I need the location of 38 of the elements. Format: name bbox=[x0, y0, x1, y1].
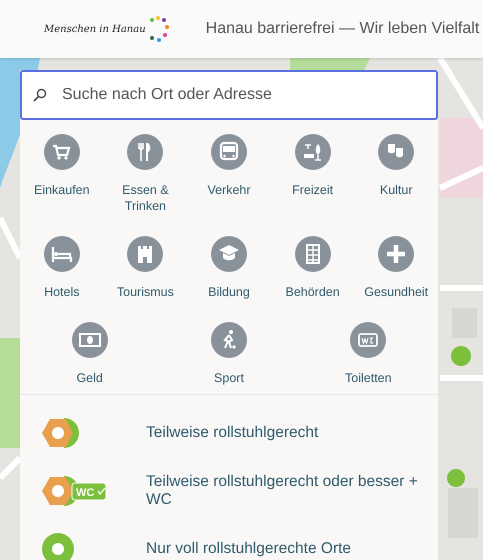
category-label[interactable]: Essen & Trinken bbox=[104, 182, 188, 214]
bus-icon[interactable] bbox=[210, 134, 247, 170]
filter-option[interactable]: Teilweise rollstuhlgerecht bbox=[146, 424, 318, 442]
road bbox=[440, 285, 483, 291]
map-marker[interactable] bbox=[447, 469, 465, 487]
building-icon[interactable] bbox=[294, 236, 331, 272]
site-title: Hanau barrierefrei — Wir leben Vielfalt bbox=[206, 20, 480, 38]
wc-sign-icon[interactable] bbox=[350, 322, 386, 358]
logo-dots-icon bbox=[148, 15, 170, 43]
category-label[interactable]: Gesundheit bbox=[362, 284, 430, 300]
graduation-cap-icon[interactable] bbox=[210, 236, 247, 272]
category-label[interactable]: Tourismus bbox=[114, 284, 176, 300]
map-marker[interactable] bbox=[451, 346, 471, 366]
category-label[interactable]: Einkaufen bbox=[32, 182, 92, 198]
cart-icon[interactable] bbox=[44, 134, 80, 170]
category-label[interactable]: Toiletten bbox=[343, 370, 394, 386]
football-player-icon[interactable] bbox=[210, 322, 247, 358]
category-label[interactable]: Kultur bbox=[378, 182, 415, 198]
partial-access-marker-icon bbox=[42, 418, 80, 448]
plus-icon[interactable] bbox=[378, 236, 414, 272]
search-field[interactable]: Suche nach Ort oder Adresse bbox=[20, 70, 438, 120]
filter-option[interactable]: Nur voll rollstuhlgerechte Orte bbox=[146, 540, 352, 558]
road bbox=[440, 375, 483, 381]
tower-icon[interactable] bbox=[127, 236, 164, 272]
category-label[interactable]: Freizeit bbox=[290, 182, 336, 198]
building bbox=[448, 488, 478, 538]
banknote-icon[interactable] bbox=[72, 322, 108, 358]
logo-text: Menschen in Hanau bbox=[44, 24, 146, 34]
category-label[interactable]: Sport bbox=[212, 370, 246, 386]
category-label[interactable]: Hotels bbox=[42, 284, 82, 300]
filter-option[interactable]: Teilweise rollstuhlgerecht oder besser + WC bbox=[146, 473, 418, 509]
search-icon bbox=[33, 88, 47, 102]
cutlery-icon[interactable] bbox=[127, 134, 164, 170]
category-label[interactable]: Behörden bbox=[283, 284, 342, 300]
category-label[interactable]: Geld bbox=[74, 370, 105, 386]
category-label[interactable]: Verkehr bbox=[205, 182, 253, 198]
category-label[interactable]: Bildung bbox=[206, 284, 252, 300]
bed-icon[interactable] bbox=[44, 236, 80, 272]
